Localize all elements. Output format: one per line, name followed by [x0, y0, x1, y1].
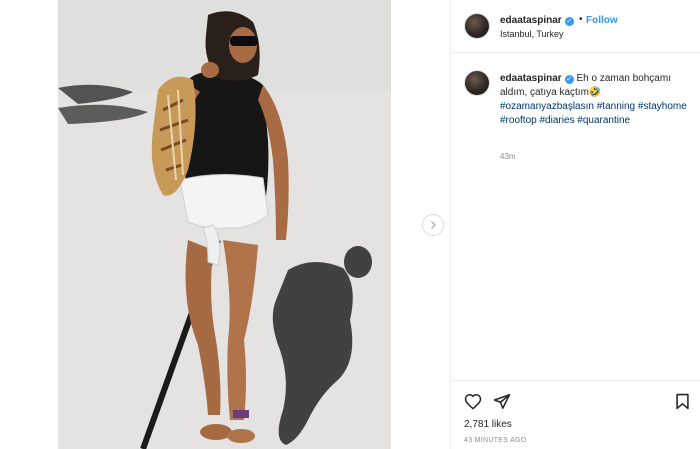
username-link[interactable]: edaataspinar ✓	[500, 15, 574, 26]
hashtag-link[interactable]: #stayhome	[638, 101, 687, 112]
chevron-right-icon	[431, 221, 436, 229]
caption-text: edaataspinar ✓ Eh o zaman bohçamı aldım, …	[500, 72, 690, 128]
beach-photo-illustration	[58, 0, 391, 449]
share-button[interactable]	[493, 393, 511, 415]
next-media-button[interactable]	[422, 214, 444, 236]
hashtag-list: #ozamanyazbaşlasın #tanning #stayhome #r…	[500, 101, 687, 126]
caption-timestamp[interactable]: 43m	[500, 152, 516, 161]
follow-button[interactable]: Follow	[586, 15, 618, 26]
verified-badge-icon: ✓	[564, 17, 574, 26]
separator-dot: •	[579, 14, 583, 25]
save-button[interactable]	[675, 393, 690, 415]
post-header: edaataspinar ✓ • Follow Istanbul, Turkey	[451, 0, 700, 53]
verified-badge-icon: ✓	[564, 75, 574, 84]
hashtag-link[interactable]: #ozamanyazbaşlasın	[500, 101, 594, 112]
paper-plane-icon	[493, 394, 511, 409]
post-actions: 2,781 likes 43 MINUTES AGO	[451, 380, 700, 449]
bookmark-icon	[676, 393, 689, 410]
caption-username[interactable]: edaataspinar	[500, 73, 562, 84]
likes-count[interactable]: 2,781 likes	[464, 419, 512, 430]
username-text: edaataspinar	[500, 15, 562, 26]
location-link[interactable]: Istanbul, Turkey	[500, 29, 564, 39]
heart-icon	[464, 393, 482, 410]
hashtag-link[interactable]: #tanning	[597, 101, 635, 112]
hashtag-link[interactable]: #diaries	[539, 115, 574, 126]
caption-avatar[interactable]	[464, 70, 490, 96]
hashtag-link[interactable]: #rooftop	[500, 115, 537, 126]
hashtag-link[interactable]: #quarantine	[577, 115, 630, 126]
avatar[interactable]	[464, 13, 490, 39]
post-photo[interactable]	[58, 0, 391, 449]
laughing-emoji-icon: 🤣	[588, 87, 602, 98]
posted-timestamp[interactable]: 43 MINUTES AGO	[464, 437, 527, 444]
post-details-panel: edaataspinar ✓ • Follow Istanbul, Turkey …	[450, 0, 700, 449]
like-button[interactable]	[464, 393, 482, 415]
